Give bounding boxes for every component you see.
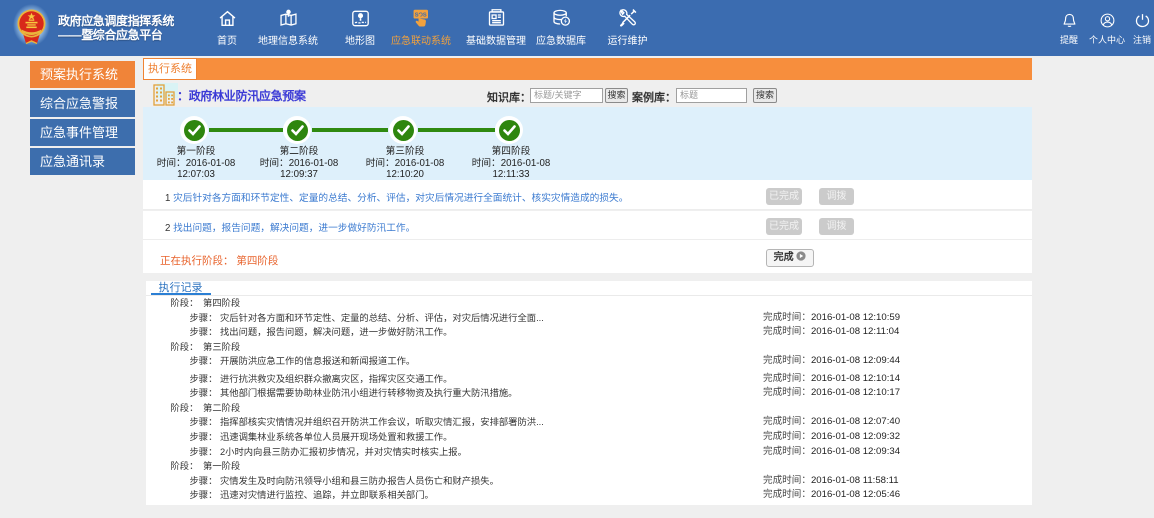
svg-text:SOS: SOS	[415, 12, 427, 18]
